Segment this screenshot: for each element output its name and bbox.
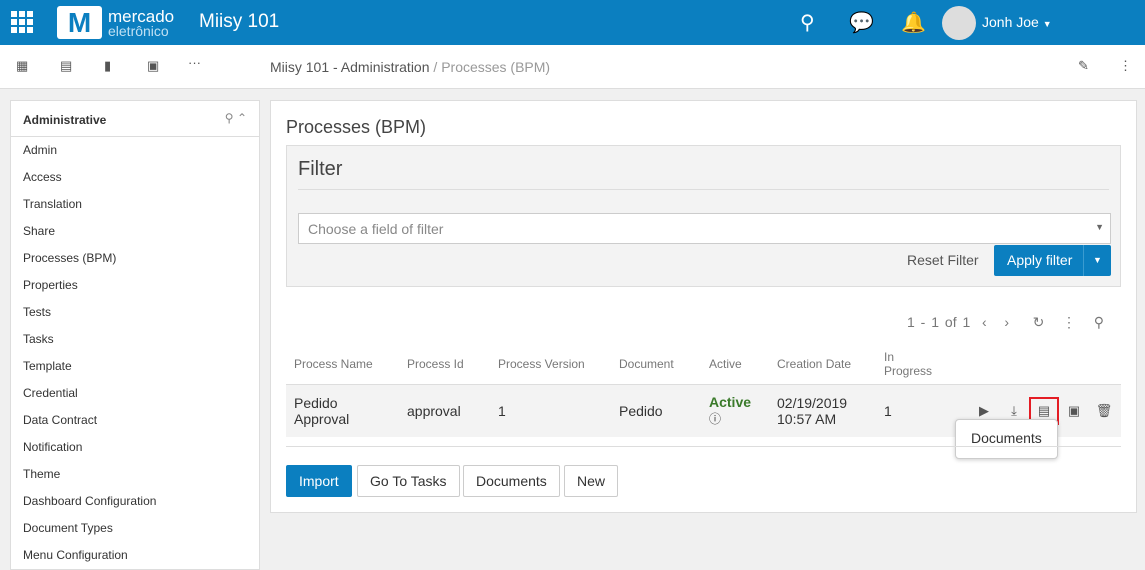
tooltip: Documents	[955, 419, 1058, 459]
brand-name: mercado eletrônico	[108, 8, 174, 39]
import-button[interactable]: Import	[286, 465, 352, 497]
sidebar-item[interactable]: Credential	[11, 380, 259, 407]
search-icon[interactable]: ⚲	[225, 111, 234, 125]
refresh-icon[interactable]: ↻	[1033, 314, 1045, 330]
main-panel: Processes (BPM) Filter Choose a field of…	[270, 100, 1137, 513]
filter-field-select[interactable]: Choose a field of filter ▼	[298, 213, 1111, 244]
col-header-actions	[946, 344, 1121, 385]
col-header[interactable]: Process Name	[286, 344, 399, 385]
caret-down-icon: ▼	[1042, 19, 1052, 29]
page-title: Processes (BPM)	[286, 117, 427, 137]
breadcrumb-separator: /	[433, 59, 438, 75]
sidebar-item[interactable]: Template	[11, 353, 259, 380]
date: 02/19/2019	[777, 394, 848, 411]
logo: M	[57, 6, 102, 39]
pager-text: 1 - 1 of 1	[907, 314, 971, 330]
sidebar-item[interactable]: Theme	[11, 461, 259, 488]
top-bar: M mercado eletrônico Miisy 101 ⚲ 💬 🔔 Jonh…	[0, 0, 1145, 45]
breadcrumb-current: Processes (BPM)	[441, 59, 551, 75]
search-icon[interactable]: ⚲	[1094, 314, 1104, 330]
prev-page-icon[interactable]: ‹	[982, 314, 987, 330]
toolbar: ▦ ▤ ▮ ▣ ··· Miisy 101 - Administration /…	[0, 45, 1145, 89]
sidebar-item[interactable]: Dashboard Configuration	[11, 488, 259, 515]
col-header[interactable]: Creation Date	[769, 344, 876, 385]
sidebar-header: Administrative ⚲ ⌃	[11, 101, 259, 137]
dashboard-icon[interactable]: ▦	[16, 58, 28, 74]
apply-filter-button[interactable]: Apply filter ▼	[994, 245, 1111, 276]
cell-name: Pedido Approval	[286, 384, 399, 437]
time: 10:57 AM	[777, 410, 837, 427]
kebab-menu-icon[interactable]: ⋮	[1062, 314, 1076, 330]
breadcrumb: Miisy 101 - Administration / Processes (…	[270, 59, 550, 75]
divider	[286, 446, 1121, 447]
col-header[interactable]: Process Version	[490, 344, 611, 385]
breadcrumb-parent[interactable]: Miisy 101 - Administration	[270, 59, 430, 75]
diagram-icon[interactable]: ▣	[1059, 403, 1089, 419]
sidebar-item[interactable]: Tests	[11, 299, 259, 326]
cell-progress: 1	[876, 384, 946, 437]
user-name: Jonh Joe	[982, 14, 1039, 30]
avatar[interactable]	[942, 6, 976, 40]
cell-document: Pedido	[611, 384, 701, 437]
new-button[interactable]: New	[564, 465, 619, 497]
chat-icon[interactable]: 💬	[849, 10, 874, 35]
sidebar-item[interactable]: Translation	[11, 191, 259, 218]
documents-icon[interactable]: ▤	[60, 58, 72, 74]
play-icon[interactable]: ▶	[969, 403, 999, 419]
cell-version: 1	[490, 384, 611, 437]
bell-icon[interactable]: 🔔	[901, 10, 926, 35]
sidebar: Administrative ⚲ ⌃ Admin Access Translation…	[10, 100, 260, 570]
sidebar-item[interactable]: Properties	[11, 272, 259, 299]
search-icon[interactable]: ⚲	[800, 10, 815, 35]
cell-id: approval	[399, 384, 490, 437]
apply-dropdown-caret[interactable]: ▼	[1083, 245, 1111, 276]
filter-placeholder: Choose a field of filter	[308, 221, 444, 237]
filter-panel: Filter Choose a field of filter ▼ Reset F…	[286, 145, 1121, 287]
col-header[interactable]: Active	[701, 344, 769, 385]
apps-grid-icon[interactable]	[11, 11, 33, 33]
edit-pencil-icon[interactable]: ✎	[1078, 58, 1089, 74]
pagination: 1 - 1 of 1 ‹ › ↻ ⋮ ⚲	[907, 314, 1104, 331]
sidebar-item[interactable]: Notification	[11, 434, 259, 461]
sidebar-item[interactable]: Document Types	[11, 515, 259, 542]
download-icon[interactable]: ⤓	[999, 403, 1029, 419]
user-menu[interactable]: Jonh Joe ▼	[982, 14, 1052, 30]
brand-bottom: eletrônico	[108, 23, 169, 39]
reset-filter-button[interactable]: Reset Filter	[907, 252, 979, 268]
sidebar-item[interactable]: Tasks	[11, 326, 259, 353]
columns-icon[interactable]: ▮	[104, 58, 111, 74]
active-status: Active	[709, 394, 752, 411]
more-icon[interactable]: ···	[188, 55, 201, 70]
info-circle-icon[interactable]: ⓘ	[709, 410, 761, 427]
sidebar-item[interactable]: Share	[11, 218, 259, 245]
calendar-icon[interactable]: ▣	[147, 58, 159, 74]
col-header[interactable]: In Progress	[876, 344, 946, 385]
col-header[interactable]: Process Id	[399, 344, 490, 385]
chevron-up-icon[interactable]: ⌃	[237, 111, 247, 125]
cell-active: Active ⓘ	[701, 384, 769, 437]
documents-button[interactable]: Documents	[463, 465, 560, 497]
sidebar-item[interactable]: Menu Configuration	[11, 542, 259, 569]
next-page-icon[interactable]: ›	[1004, 314, 1009, 330]
sidebar-item[interactable]: Processes (BPM)	[11, 245, 259, 272]
apply-filter-label: Apply filter	[1007, 252, 1073, 268]
sidebar-title: Administrative	[23, 113, 107, 127]
caret-down-icon: ▼	[1095, 222, 1104, 232]
kebab-menu-icon[interactable]: ⋮	[1119, 58, 1132, 74]
sidebar-item[interactable]: Access	[11, 164, 259, 191]
cell-date: 02/19/2019 10:57 AM	[769, 384, 876, 437]
trash-icon[interactable]: 🗑	[1089, 403, 1119, 419]
sidebar-item[interactable]: Admin	[11, 137, 259, 164]
col-header[interactable]: Document	[611, 344, 701, 385]
filter-title: Filter	[298, 158, 1109, 190]
go-to-tasks-button[interactable]: Go To Tasks	[357, 465, 460, 497]
sidebar-item[interactable]: Data Contract	[11, 407, 259, 434]
app-title: Miisy 101	[199, 11, 280, 32]
